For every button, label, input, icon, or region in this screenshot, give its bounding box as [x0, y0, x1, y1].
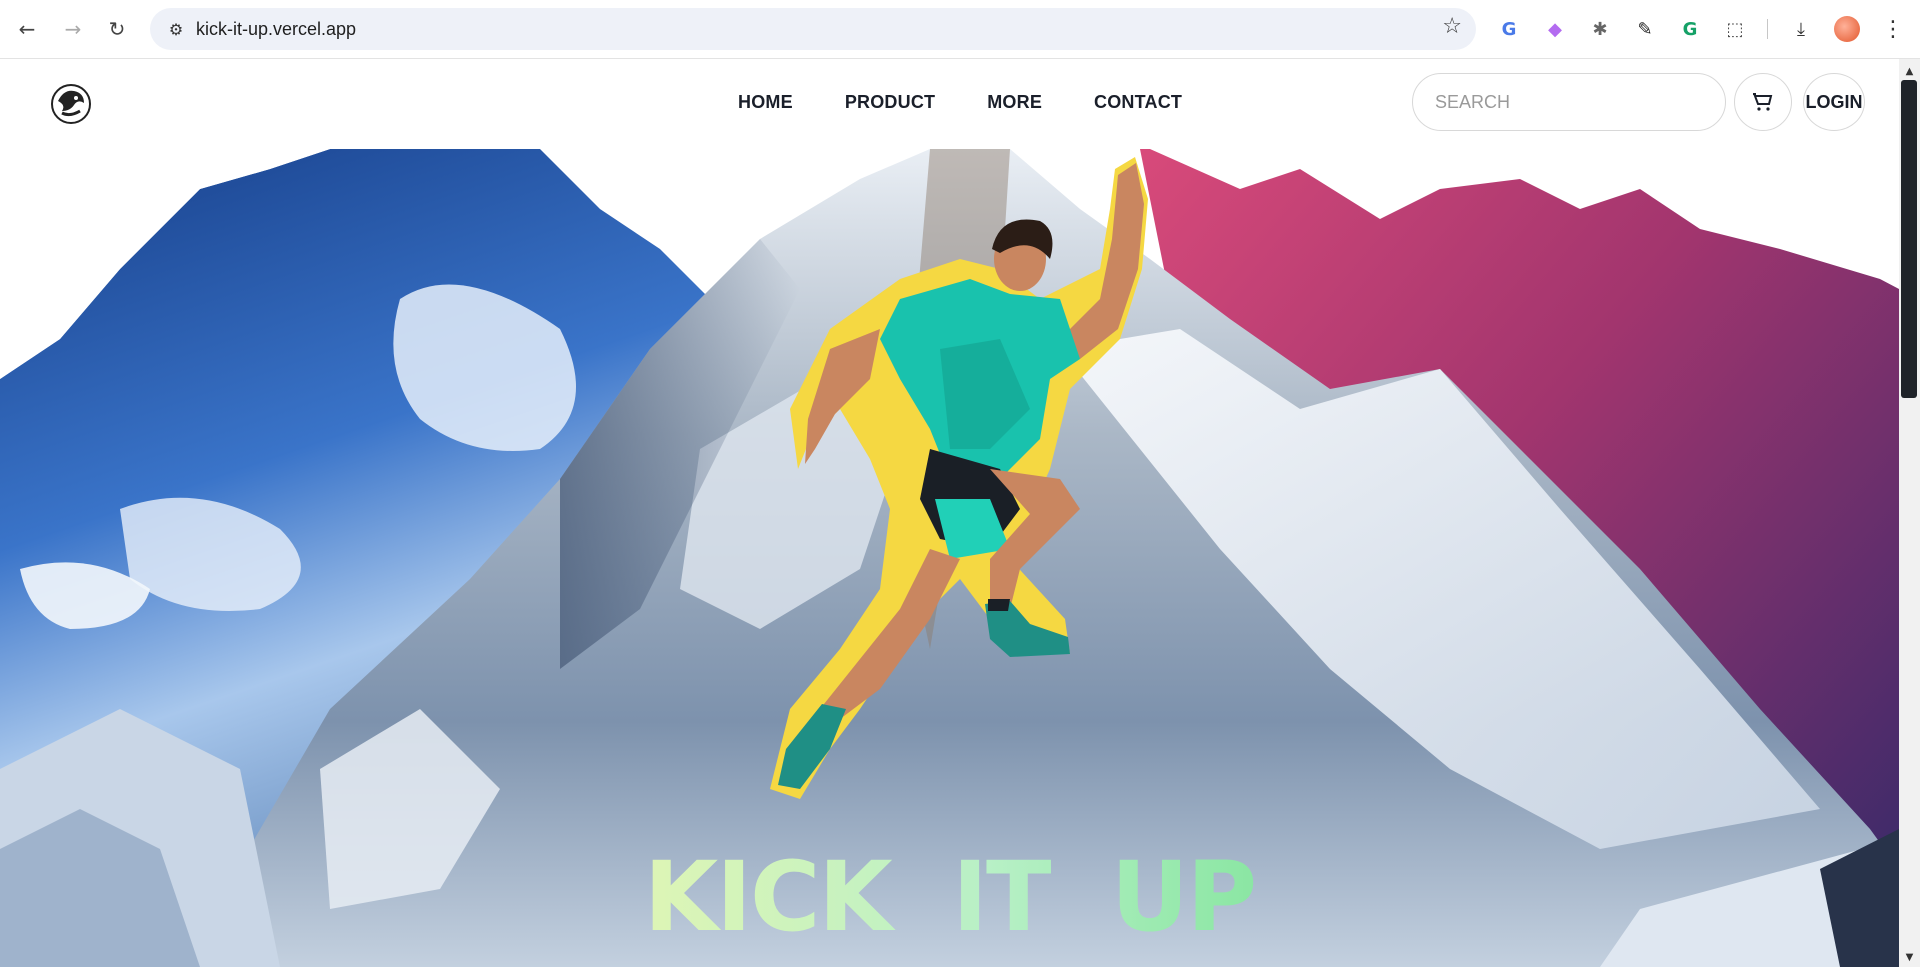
- webpage: HOME PRODUCT MORE CONTACT LOGIN: [0, 59, 1899, 967]
- nav-home-link[interactable]: HOME: [738, 92, 793, 113]
- main-navigation: HOME PRODUCT MORE CONTACT: [738, 92, 1234, 113]
- bug-extension-icon[interactable]: ✱: [1585, 14, 1615, 44]
- puzzle-extensions-icon[interactable]: ⬚: [1720, 14, 1750, 44]
- site-info-icon[interactable]: ⚙: [160, 13, 192, 45]
- hero-title-word: KICK: [643, 841, 891, 953]
- hero-title-word: UP: [1110, 841, 1256, 953]
- grammarly-icon[interactable]: G: [1675, 14, 1705, 44]
- nav-product-link[interactable]: PRODUCT: [845, 92, 935, 113]
- hero-mountain-artwork: [0, 149, 1899, 967]
- hero-title: KICK IT UP: [0, 849, 1899, 945]
- browser-menu-icon[interactable]: ⋮: [1878, 14, 1908, 44]
- scroll-down-arrow-icon[interactable]: ▼: [1899, 948, 1920, 966]
- cart-button[interactable]: [1734, 73, 1792, 131]
- scrollbar-thumb[interactable]: [1901, 80, 1917, 398]
- brand-logo-icon[interactable]: [48, 81, 94, 127]
- pen-extension-icon[interactable]: ◆: [1540, 14, 1570, 44]
- address-bar[interactable]: ⚙ kick-it-up.vercel.app ☆: [150, 8, 1476, 50]
- profile-avatar-icon[interactable]: [1834, 16, 1860, 42]
- hero-banner: KICK IT UP: [0, 149, 1899, 967]
- toolbar-divider: [1767, 19, 1768, 39]
- cart-icon: [1753, 93, 1773, 111]
- scroll-up-arrow-icon[interactable]: ▲: [1899, 62, 1920, 80]
- nav-contact-link[interactable]: CONTACT: [1094, 92, 1182, 113]
- eyedropper-icon[interactable]: ✎: [1630, 14, 1660, 44]
- url-text[interactable]: kick-it-up.vercel.app: [196, 19, 356, 40]
- nav-more-link[interactable]: MORE: [987, 92, 1042, 113]
- site-header: HOME PRODUCT MORE CONTACT LOGIN: [0, 59, 1899, 149]
- google-translate-icon[interactable]: G: [1494, 14, 1524, 44]
- login-button[interactable]: LOGIN: [1803, 73, 1865, 131]
- browser-toolbar: ← → ↻ ⚙ kick-it-up.vercel.app ☆ G ◆ ✱ ✎ …: [0, 0, 1920, 59]
- back-icon[interactable]: ←: [10, 12, 44, 46]
- hero-title-word: IT: [952, 841, 1050, 953]
- reload-icon[interactable]: ↻: [100, 12, 134, 46]
- search-input[interactable]: [1412, 73, 1726, 131]
- bookmark-star-icon[interactable]: ☆: [1442, 14, 1462, 39]
- forward-icon[interactable]: →: [56, 12, 90, 46]
- download-icon[interactable]: ⤓: [1786, 14, 1816, 44]
